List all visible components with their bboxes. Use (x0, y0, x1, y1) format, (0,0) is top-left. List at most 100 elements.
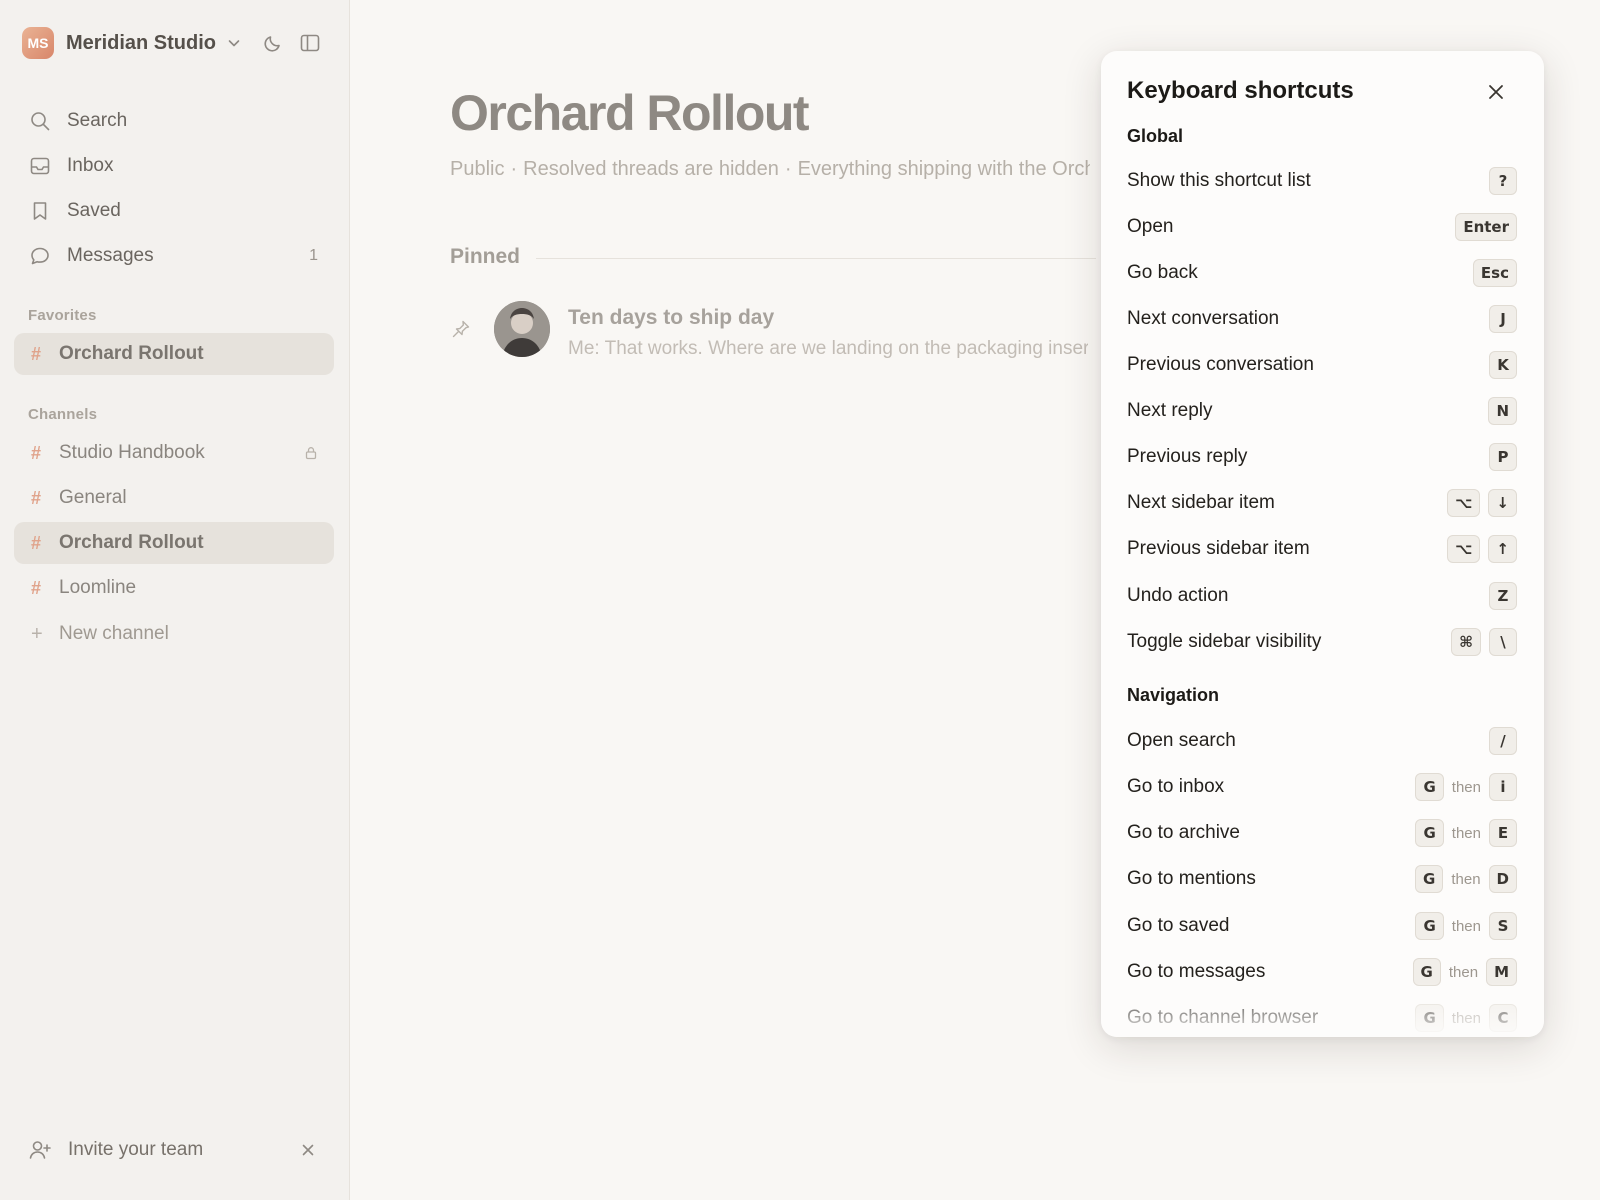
then-separator: then (1451, 1009, 1481, 1027)
group-title-navigation: Navigation (1127, 685, 1220, 705)
channel-loomline[interactable]: # Loomline (14, 567, 334, 609)
visibility-label: Public (450, 158, 505, 180)
key-cap: i (1489, 773, 1517, 801)
shortcut-label: Next sidebar item (1127, 492, 1275, 513)
sidebar: MS Meridian Studio Search Inbox Saved Me… (0, 0, 350, 1200)
key-cap: G (1415, 819, 1444, 847)
arrow-down-icon: ↓ (1488, 489, 1517, 517)
shortcut-keys: P (1489, 443, 1517, 471)
key-cap: / (1489, 727, 1517, 755)
close-icon[interactable] (1485, 81, 1507, 103)
separator-dot: · (784, 158, 792, 180)
key-cap: E (1489, 819, 1517, 847)
inbox-icon (30, 157, 50, 175)
shortcut-label: Go to archive (1127, 822, 1240, 843)
divider (536, 258, 1096, 259)
shortcut-row: Show this shortcut list ? (1127, 165, 1517, 197)
favorites-heading: Favorites (28, 307, 97, 324)
shortcut-row: Toggle sidebar visibility ⌘ \ (1127, 626, 1517, 658)
shortcut-keys: J (1489, 305, 1517, 333)
shortcut-keys: / (1489, 727, 1517, 755)
pinned-thread-title[interactable]: Ten days to ship day (568, 306, 774, 330)
key-cap: S (1489, 912, 1517, 940)
shortcut-row: Next sidebar item ⌥ ↓ (1127, 487, 1517, 519)
moon-icon[interactable] (262, 32, 284, 54)
favorite-orchard-rollout[interactable]: # Orchard Rollout (14, 333, 334, 375)
app-window: MS Meridian Studio Search Inbox Saved Me… (0, 0, 1600, 1200)
bookmark-icon (33, 202, 47, 220)
nav-messages[interactable]: Messages 1 (14, 235, 334, 277)
key-cap: G (1415, 1004, 1444, 1032)
chat-bubble-icon (31, 247, 49, 265)
nav-saved[interactable]: Saved (14, 190, 334, 232)
channel-orchard-rollout[interactable]: # Orchard Rollout (14, 522, 334, 564)
shortcut-label: Go back (1127, 262, 1198, 283)
panel-title: Keyboard shortcuts (1127, 77, 1354, 104)
channel-label: Orchard Rollout (59, 532, 204, 553)
nav-inbox[interactable]: Inbox (14, 145, 334, 187)
shortcut-keys: G then E (1415, 819, 1517, 847)
channels-heading: Channels (28, 406, 98, 423)
hash-icon: # (31, 532, 42, 553)
option-key-icon: ⌥ (1447, 489, 1481, 517)
keyboard-shortcuts-panel: Keyboard shortcuts Global Show this shor… (1101, 51, 1544, 1037)
then-separator: then (1451, 824, 1481, 842)
shortcut-label: Go to saved (1127, 915, 1230, 936)
shortcut-keys: G then i (1415, 773, 1517, 801)
channel-general[interactable]: # General (14, 477, 334, 519)
key-cap: G (1415, 912, 1444, 940)
then-separator: then (1451, 870, 1481, 888)
shortcut-row: Open search / (1127, 725, 1517, 757)
shortcut-row: Next conversation J (1127, 303, 1517, 335)
key-cap: G (1412, 958, 1441, 986)
shortcut-keys: N (1488, 397, 1517, 425)
shortcut-row: Previous conversation K (1127, 349, 1517, 381)
key-cap: Z (1489, 582, 1517, 610)
avatar[interactable] (494, 301, 550, 357)
shortcut-label: Open search (1127, 730, 1236, 751)
hash-icon: # (31, 577, 42, 598)
command-key-icon: ⌘ (1451, 628, 1481, 656)
shortcut-row: Go to saved G then S (1127, 910, 1517, 942)
shortcut-keys: ? (1489, 167, 1517, 195)
sidebar-toggle-icon[interactable] (299, 32, 321, 54)
new-channel-label: New channel (59, 623, 169, 644)
close-icon[interactable] (300, 1142, 316, 1158)
invite-team-button[interactable]: Invite your team (14, 1130, 334, 1170)
key-cap: K (1489, 351, 1517, 379)
chevron-down-icon (228, 40, 240, 47)
key-cap: Esc (1472, 259, 1517, 287)
shortcut-label: Go to channel browser (1127, 1007, 1319, 1028)
shortcut-row: Go to channel browser G then C (1127, 1002, 1517, 1034)
nav-search[interactable]: Search (14, 100, 334, 142)
channel-studio-handbook[interactable]: # Studio Handbook (14, 432, 334, 474)
then-separator: then (1451, 917, 1481, 935)
shortcut-keys: ⌥ ↓ (1447, 489, 1517, 517)
key-cap: N (1488, 397, 1517, 425)
shortcut-label: Open (1127, 216, 1174, 237)
key-cap: D (1488, 865, 1517, 893)
shortcut-keys: G then M (1412, 958, 1517, 986)
shortcut-row: Go back Esc (1127, 257, 1517, 289)
nav-messages-label: Messages (67, 245, 154, 266)
page-title: Orchard Rollout (450, 85, 810, 141)
add-user-icon (29, 1141, 51, 1159)
new-channel-button[interactable]: + New channel (14, 613, 334, 655)
channel-description: Everything shipping with the Orch (797, 158, 1090, 180)
hash-icon: # (31, 487, 42, 508)
shortcut-row: Go to messages G then M (1127, 956, 1517, 988)
pinned-heading: Pinned (450, 245, 521, 268)
nav-search-label: Search (67, 110, 128, 131)
shortcut-row: Go to archive G then E (1127, 817, 1517, 849)
shortcut-label: Previous conversation (1127, 354, 1314, 375)
hash-icon: # (31, 343, 42, 364)
workspace-switcher[interactable]: MS Meridian Studio (22, 27, 242, 59)
shortcut-label: Previous sidebar item (1127, 538, 1310, 559)
channel-label: General (59, 487, 127, 508)
lock-icon (305, 447, 317, 460)
shortcut-keys: Esc (1472, 259, 1517, 287)
shortcut-row: Next reply N (1127, 395, 1517, 427)
shortcut-row: Go to mentions G then D (1127, 863, 1517, 895)
shortcut-label: Toggle sidebar visibility (1127, 631, 1322, 652)
avatar-photo (494, 301, 550, 357)
